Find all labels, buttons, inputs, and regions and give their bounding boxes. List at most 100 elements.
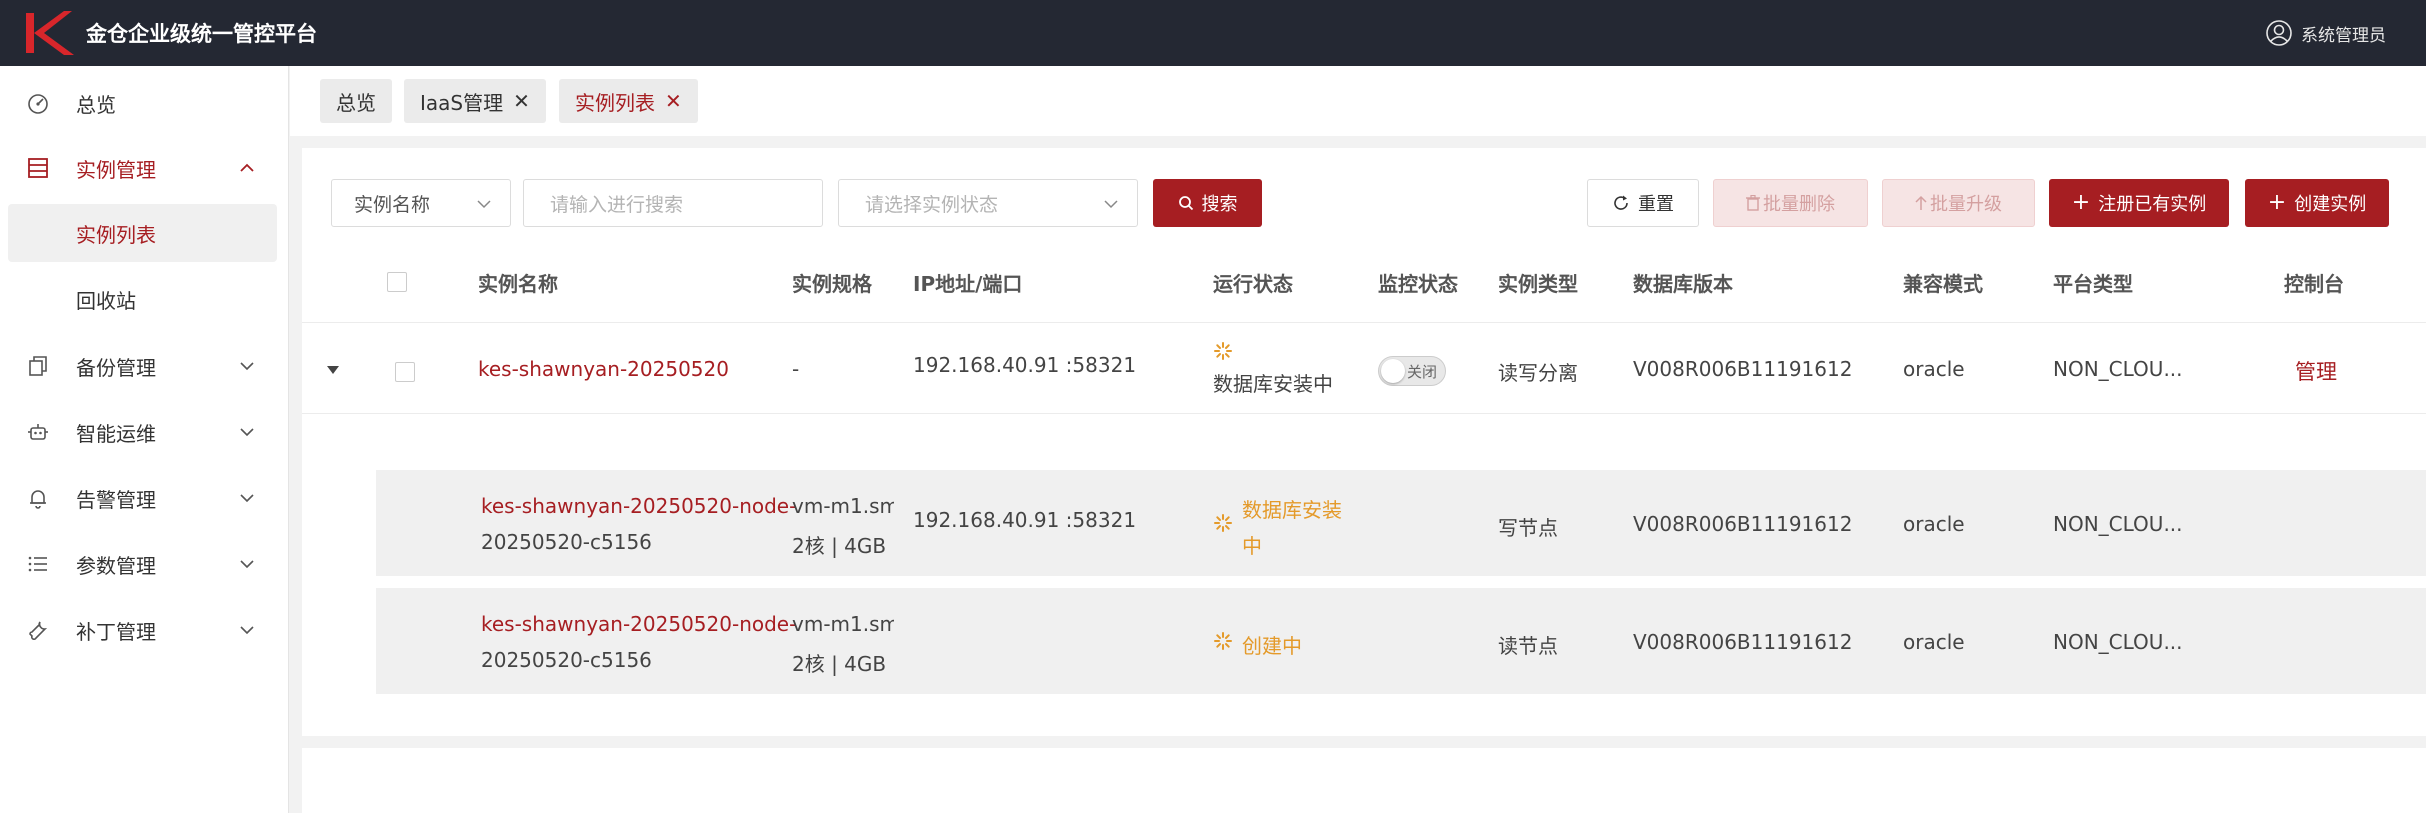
- refresh-icon: [1614, 195, 1628, 210]
- create-instance-button[interactable]: + 创建实例: [2245, 179, 2389, 227]
- node-spec-line2: 2核 | 4GB: [792, 652, 887, 676]
- sidebar-subitem-instance-list[interactable]: 实例列表: [8, 204, 277, 262]
- column-header[interactable]: 控制台: [2284, 268, 2344, 297]
- sidebar-item-label: 智能运维: [76, 421, 156, 446]
- search-field-value: 实例名称: [354, 193, 431, 216]
- node-name-line2: 20250520-c5156: [481, 648, 652, 672]
- chevron-down-icon: [240, 494, 254, 503]
- search-button-label: 搜索: [1201, 194, 1238, 215]
- tab-label: 实例列表: [575, 90, 655, 115]
- copy-icon: [29, 356, 47, 376]
- batch-upgrade-button[interactable]: 批量升级: [1882, 179, 2035, 227]
- node-name-line2: 20250520-c5156: [481, 530, 652, 554]
- loading-spinner-icon: [1214, 514, 1232, 532]
- instance-ip: 192.168.40.91 :58321: [913, 353, 1137, 377]
- node-spec-line2: 2核 | 4GB: [792, 534, 887, 558]
- column-header[interactable]: 平台类型: [2053, 268, 2133, 297]
- instance-type: 读写分离: [1498, 361, 1578, 385]
- reset-button-label: 重置: [1638, 194, 1674, 215]
- node-name-link[interactable]: kes-shawnyan-20250520-node-: [481, 612, 796, 636]
- secondary-panel: [302, 748, 2426, 813]
- batch-delete-button[interactable]: 批量删除: [1713, 179, 1868, 227]
- register-instance-button[interactable]: + 注册已有实例: [2049, 179, 2229, 227]
- tab-bar: 总览 IaaS管理 ✕ 实例列表 ✕: [290, 66, 2426, 136]
- sidebar-subitem-recycle-bin[interactable]: 回收站: [8, 270, 277, 328]
- node-compat-mode: oracle: [1903, 630, 1965, 654]
- db-version: V008R006B11191612: [1633, 357, 1853, 381]
- plus-icon: +: [2071, 190, 2091, 215]
- chevron-down-icon: [240, 626, 254, 635]
- status-placeholder: 请选择实例状态: [865, 193, 999, 216]
- chevron-down-icon: [477, 200, 491, 209]
- column-header[interactable]: IP地址/端口: [913, 268, 1022, 297]
- batch-upgrade-label: 批量升级: [1930, 194, 2002, 215]
- app-title: 金仓企业级统一管控平台: [86, 22, 317, 46]
- node-name-link[interactable]: kes-shawnyan-20250520-node-: [481, 494, 796, 518]
- platform-type: NON_CLOU...: [2053, 357, 2183, 381]
- dashboard-icon: [28, 94, 48, 114]
- search-placeholder: 请输入进行搜索: [550, 193, 684, 216]
- create-instance-label: 创建实例: [2294, 194, 2367, 215]
- node-db-version: V008R006B11191612: [1633, 512, 1853, 536]
- column-header[interactable]: 运行状态: [1213, 268, 1293, 297]
- search-icon: [1178, 196, 1193, 211]
- sidebar-item-label: 告警管理: [76, 487, 156, 512]
- column-header[interactable]: 实例类型: [1498, 268, 1578, 297]
- list-icon: [28, 556, 47, 572]
- caret-down-icon[interactable]: [326, 365, 340, 375]
- sidebar: 总览 实例管理 实例列表 回收站 备份管理 智能运维 告警管理 参数管理 补丁管…: [0, 66, 289, 813]
- sidebar-item-label: 备份管理: [76, 355, 156, 380]
- sidebar-subitem-label: 实例列表: [76, 222, 156, 247]
- node-platform-type: NON_CLOU...: [2053, 630, 2183, 654]
- node-run-status-line2: 中: [1242, 534, 1262, 558]
- sidebar-item-alerts[interactable]: 告警管理: [0, 468, 289, 528]
- close-icon[interactable]: ✕: [665, 89, 682, 113]
- sidebar-item-smart-ops[interactable]: 智能运维: [0, 402, 289, 462]
- user-menu[interactable]: 系统管理员: [2265, 0, 2386, 66]
- monitor-toggle-label: 关闭: [1407, 363, 1438, 381]
- sidebar-subitem-label: 回收站: [76, 288, 136, 313]
- node-spec: vm-m1.sma: [792, 494, 894, 518]
- column-header[interactable]: 实例名称: [478, 268, 558, 297]
- column-header[interactable]: 实例规格: [792, 268, 872, 297]
- tab-instance-list[interactable]: 实例列表 ✕: [559, 79, 698, 123]
- row-checkbox[interactable]: [395, 362, 415, 382]
- wrench-icon: [29, 621, 48, 641]
- sidebar-item-label: 总览: [76, 92, 116, 117]
- select-all-checkbox[interactable]: [387, 272, 407, 292]
- sidebar-item-overview[interactable]: 总览: [0, 73, 289, 133]
- manage-link[interactable]: 管理: [2295, 356, 2337, 386]
- column-header[interactable]: 兼容模式: [1903, 268, 1983, 297]
- search-field-select[interactable]: 实例名称: [331, 179, 511, 227]
- reset-button[interactable]: 重置: [1587, 179, 1699, 227]
- search-input[interactable]: 请输入进行搜索: [523, 179, 823, 227]
- node-run-status: 数据库安装: [1242, 498, 1342, 522]
- node-platform-type: NON_CLOU...: [2053, 512, 2183, 536]
- bell-icon: [30, 490, 46, 509]
- compat-mode: oracle: [1903, 357, 1965, 381]
- node-type: 读节点: [1498, 634, 1558, 658]
- tab-iaas[interactable]: IaaS管理 ✕: [404, 79, 546, 123]
- column-header[interactable]: 监控状态: [1378, 268, 1458, 297]
- node-db-version: V008R006B11191612: [1633, 630, 1853, 654]
- search-button[interactable]: 搜索: [1153, 179, 1262, 227]
- instance-name-link[interactable]: kes-shawnyan-20250520: [478, 357, 729, 381]
- chevron-up-icon: [240, 163, 254, 172]
- chevron-down-icon: [240, 362, 254, 371]
- monitor-toggle[interactable]: 关闭: [1378, 356, 1446, 386]
- chevron-down-icon: [240, 428, 254, 437]
- register-instance-label: 注册已有实例: [2098, 194, 2207, 215]
- sidebar-item-patches[interactable]: 补丁管理: [0, 600, 289, 660]
- sidebar-item-instance-management[interactable]: 实例管理: [0, 138, 289, 198]
- close-icon[interactable]: ✕: [513, 89, 530, 113]
- database-icon: [28, 158, 48, 178]
- tab-overview[interactable]: 总览: [320, 79, 392, 123]
- instance-spec: -: [792, 357, 800, 381]
- chevron-down-icon: [1104, 200, 1118, 209]
- kingbase-logo: [24, 7, 76, 59]
- node-run-status: 创建中: [1242, 634, 1302, 658]
- status-select[interactable]: 请选择实例状态: [838, 179, 1138, 227]
- column-header[interactable]: 数据库版本: [1633, 268, 1733, 297]
- sidebar-item-backup[interactable]: 备份管理: [0, 336, 289, 396]
- sidebar-item-parameters[interactable]: 参数管理: [0, 534, 289, 594]
